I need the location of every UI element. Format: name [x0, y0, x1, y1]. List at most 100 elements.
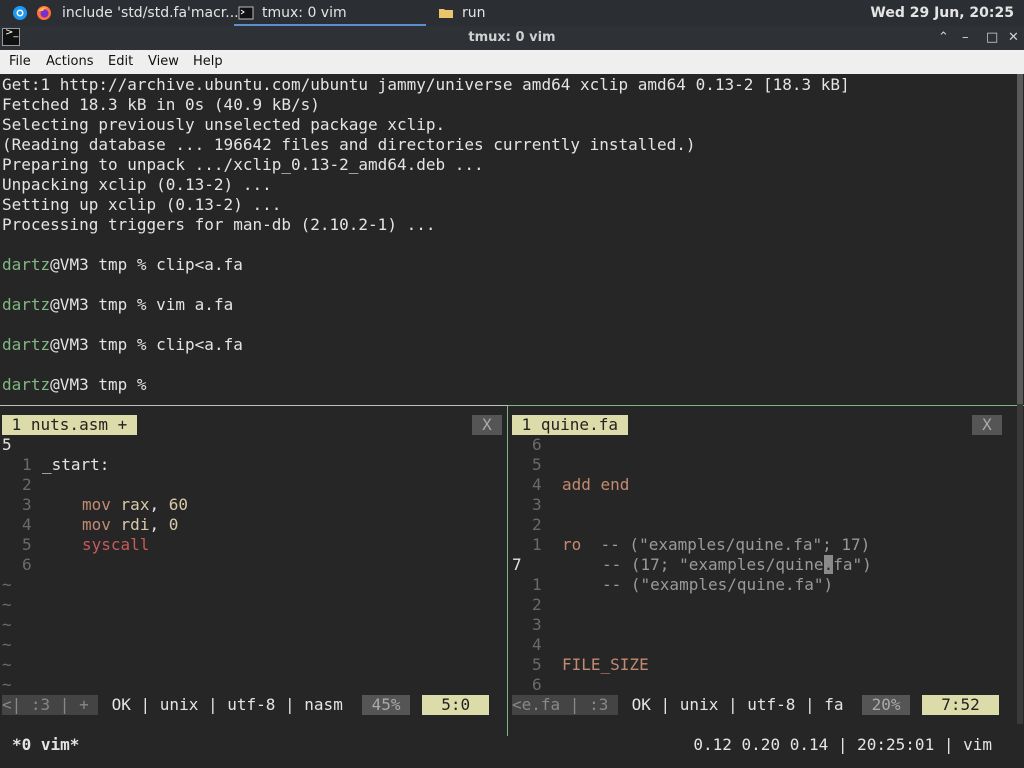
- empty-line-tilde: ~: [2, 635, 12, 654]
- line-number: 6: [22, 555, 32, 574]
- top-panel: include 'std/std.fa'macr... tmux: 0 vim …: [0, 0, 1024, 26]
- prompt-line: dartz@VM3 tmp % vim a.fa: [2, 295, 233, 315]
- output-line: Setting up xclip (0.13-2) ...: [2, 195, 282, 214]
- tmux-window-tab[interactable]: *0 vim*: [12, 735, 79, 755]
- prompt-host: @VM3 tmp %: [50, 255, 157, 274]
- code-label: _start:: [42, 455, 110, 474]
- restore-button[interactable]: –: [962, 26, 969, 50]
- code-line: -- (17; "examples/quine.fa"): [602, 555, 872, 574]
- buffer-tab-nuts-asm[interactable]: 1 nuts.asm +: [2, 415, 137, 435]
- text-cursor: .: [823, 555, 834, 574]
- scrollbar-thumb[interactable]: [1017, 74, 1023, 404]
- pane-divider-active: [508, 405, 1024, 406]
- line-number: 6: [532, 675, 542, 694]
- code-line: -- ("examples/quine.fa"): [602, 575, 834, 594]
- code-line: mov rax, 60: [82, 495, 188, 514]
- tmux-status-right: 0.12 0.20 0.14 | 20:25:01 | vim: [693, 735, 992, 754]
- code-line: FILE_SIZE: [562, 655, 649, 674]
- output-line: Unpacking xclip (0.13-2) ...: [2, 175, 272, 194]
- output-line: Selecting previously unselected package …: [2, 115, 446, 134]
- prompt-line: dartz@VM3 tmp % clip<a.fa: [2, 255, 243, 275]
- code-line: syscall: [82, 535, 150, 554]
- statusline-position: 7:52: [922, 695, 1000, 715]
- code-line: mov rdi, 0: [82, 515, 179, 534]
- prompt-host: @VM3 tmp %: [50, 295, 157, 314]
- line-number: 6: [532, 435, 542, 454]
- close-button[interactable]: ✕: [1008, 26, 1019, 50]
- statusline-percent: 45%: [362, 695, 411, 715]
- line-number: 4: [532, 635, 542, 654]
- line-number: 2: [22, 475, 32, 494]
- line-number: 5: [532, 455, 542, 474]
- current-line-number: 7: [512, 555, 522, 574]
- maximize-button[interactable]: □: [986, 26, 998, 50]
- taskbar-tab-firefox[interactable]: include 'std/std.fa'macr...: [62, 0, 239, 26]
- statusline-percent: 20%: [862, 695, 911, 715]
- output-line: Preparing to unpack .../xclip_0.13-2_amd…: [2, 155, 484, 174]
- output-line: Get:1 http://archive.ubuntu.com/ubuntu j…: [2, 75, 850, 94]
- line-number: 1: [22, 455, 32, 474]
- scrollbar[interactable]: [1017, 74, 1023, 724]
- empty-line-tilde: ~: [2, 615, 12, 634]
- taskbar-tab-tmux[interactable]: tmux: 0 vim: [262, 0, 347, 26]
- minimize-button[interactable]: ⌃: [938, 26, 949, 50]
- statusline-file: <e.fa | :3: [512, 695, 618, 715]
- prompt-command: clip<a.fa: [156, 335, 243, 354]
- output-line: Fetched 18.3 kB in 0s (40.9 kB/s): [2, 95, 320, 114]
- pane-divider-vertical[interactable]: [507, 406, 508, 736]
- window-titlebar[interactable]: >_ tmux: 0 vim ⌃ – □ ✕: [0, 26, 1024, 50]
- prompt-host: @VM3 tmp %: [50, 375, 157, 394]
- menu-bar: File Actions Edit View Help: [0, 50, 1024, 74]
- prompt-command: clip<a.fa: [156, 255, 243, 274]
- statusline-position: 5:0: [422, 695, 490, 715]
- line-number: 2: [532, 515, 542, 534]
- menu-actions[interactable]: Actions: [46, 50, 94, 74]
- prompt-line: dartz@VM3 tmp % clip<a.fa: [2, 335, 243, 355]
- prompt-host: @VM3 tmp %: [50, 335, 157, 354]
- prompt-user: dartz: [2, 335, 51, 354]
- distro-logo-icon[interactable]: [12, 5, 28, 21]
- empty-line-tilde: ~: [2, 575, 12, 594]
- menu-view[interactable]: View: [148, 50, 179, 74]
- current-line-number: 5: [2, 435, 12, 454]
- menu-edit[interactable]: Edit: [108, 50, 133, 74]
- code-line: add end: [562, 475, 630, 494]
- taskbar-tab-run[interactable]: run: [462, 0, 486, 26]
- statusline-file: <| :3 | +: [2, 695, 99, 715]
- prompt-user: dartz: [2, 375, 51, 394]
- line-number: 5: [22, 535, 32, 554]
- pane-divider: [0, 405, 508, 406]
- output-line: Processing triggers for man-db (2.10.2-1…: [2, 215, 436, 234]
- code-line: ro -- ("examples/quine.fa"; 17): [562, 535, 871, 554]
- terminal-icon: [238, 6, 254, 20]
- line-number: 3: [532, 615, 542, 634]
- empty-line-tilde: ~: [2, 675, 12, 694]
- close-buffer-button[interactable]: X: [972, 415, 1002, 435]
- empty-line-tilde: ~: [2, 595, 12, 614]
- folder-icon: [439, 9, 453, 18]
- menu-help[interactable]: Help: [193, 50, 223, 74]
- line-number: 1: [532, 575, 542, 594]
- prompt-line[interactable]: dartz@VM3 tmp %: [2, 375, 156, 395]
- buffer-tab-quine-fa[interactable]: 1 quine.fa: [512, 415, 628, 435]
- close-buffer-button[interactable]: X: [472, 415, 502, 435]
- prompt-user: dartz: [2, 255, 51, 274]
- firefox-icon[interactable]: [36, 5, 52, 21]
- statusline-info: OK | unix | utf-8 | fa: [622, 695, 854, 714]
- line-number: 4: [532, 475, 542, 494]
- line-number: 5: [532, 655, 542, 674]
- statusline-info: OK | unix | utf-8 | nasm: [102, 695, 353, 714]
- menu-file[interactable]: File: [9, 50, 31, 74]
- line-number: 2: [532, 595, 542, 614]
- output-line: (Reading database ... 196642 files and d…: [2, 135, 696, 154]
- line-number: 3: [22, 495, 32, 514]
- line-number: 4: [22, 515, 32, 534]
- window-title: tmux: 0 vim: [468, 30, 556, 45]
- line-number: 1: [532, 535, 542, 554]
- empty-line-tilde: ~: [2, 655, 12, 674]
- terminal-area[interactable]: Get:1 http://archive.ubuntu.com/ubuntu j…: [0, 74, 1024, 768]
- prompt-command: vim a.fa: [156, 295, 234, 314]
- clock[interactable]: Wed 29 Jun, 20:25: [870, 0, 1014, 26]
- line-number: 3: [532, 495, 542, 514]
- prompt-user: dartz: [2, 295, 51, 314]
